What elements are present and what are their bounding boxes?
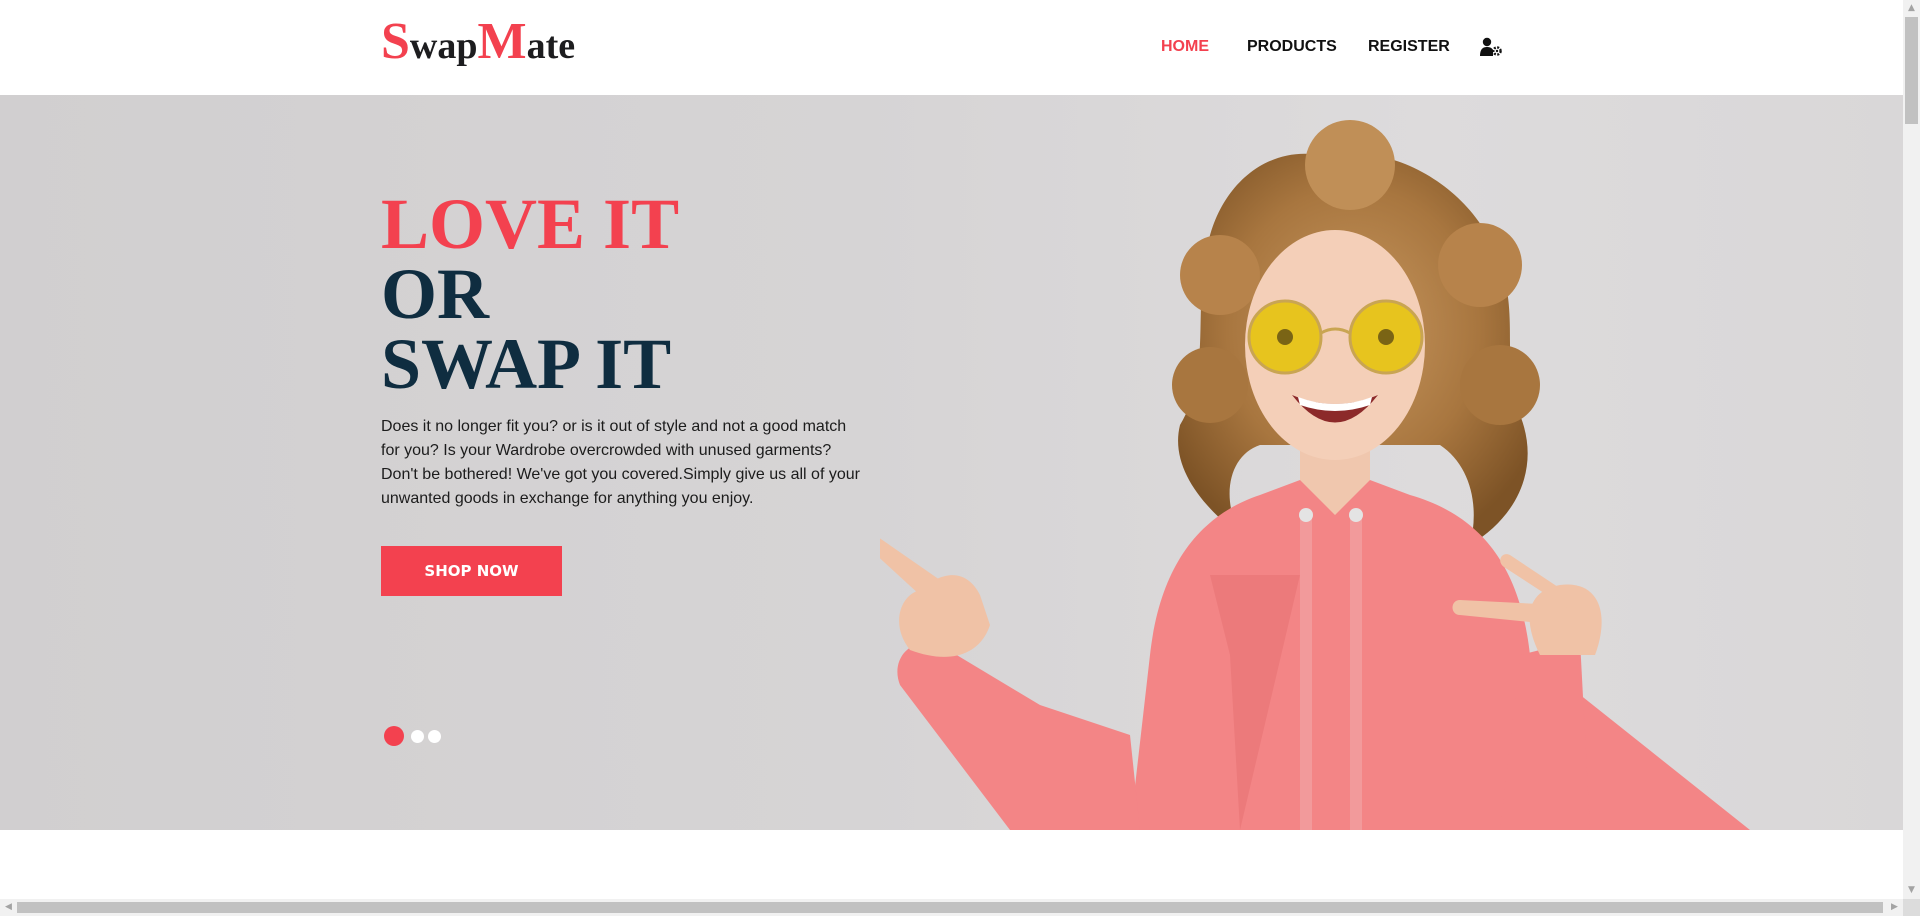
logo-letter-m: M [477,13,527,70]
hero-heading-line2: OR [381,254,489,334]
scrollbar-corner [1903,899,1920,916]
logo-text-ate: ate [526,25,576,67]
nav-register[interactable]: REGISTER [1368,38,1450,56]
horizontal-scroll-thumb[interactable] [17,902,1883,913]
slider-dot-2[interactable] [411,730,424,743]
nav-products[interactable]: PRODUCTS [1247,38,1337,56]
vertical-scroll-thumb[interactable] [1905,17,1918,124]
hero-image [880,120,1750,830]
scroll-down-arrow-icon[interactable]: ▼ [1903,882,1920,899]
logo-letter-s: S [381,13,410,70]
brand-logo[interactable]: SwapMate [381,16,575,68]
hero-heading-line1: LOVE IT [381,184,680,264]
nav-home[interactable]: HOME [1161,38,1209,56]
scroll-up-arrow-icon[interactable]: ▲ [1903,0,1920,17]
vertical-scrollbar[interactable] [1903,0,1920,899]
scroll-left-arrow-icon[interactable]: ◀ [0,899,17,916]
site-header: SwapMate HOME PRODUCTS REGISTER [0,0,1903,95]
hero-banner: LOVE IT OR SWAP IT Does it no longer fit… [0,95,1903,830]
logo-text-wap: wap [409,25,478,67]
slider-dot-3[interactable] [428,730,441,743]
hero-description: Does it no longer fit you? or is it out … [381,418,860,507]
scroll-right-arrow-icon[interactable]: ▶ [1886,899,1903,916]
slider-dot-1[interactable] [384,726,404,746]
user-gear-icon[interactable] [1480,37,1502,57]
hero-heading-line3: SWAP IT [381,324,672,404]
shop-now-button[interactable]: SHOP NOW [381,546,562,596]
